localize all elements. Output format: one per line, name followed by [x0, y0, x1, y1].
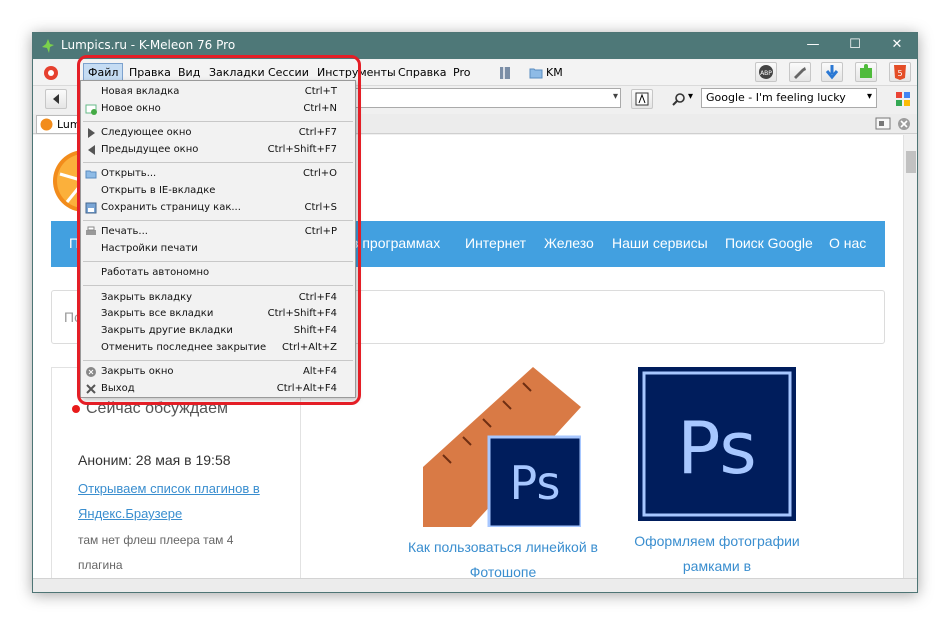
comment-article-link[interactable]: Открываем список плагинов в Яндекс.Брауз… [78, 476, 278, 526]
download-arrow-icon [825, 65, 839, 80]
minimize-button[interactable]: — [793, 33, 833, 59]
article1-caption[interactable]: Как пользоваться линейкой в Фотошопе [403, 535, 603, 578]
proxy-button[interactable] [789, 62, 811, 82]
back-button[interactable] [45, 89, 67, 109]
search-field[interactable]: Google - I'm feeling lucky ▾ [701, 88, 877, 108]
adblock-icon: ABP [759, 65, 773, 79]
close-tab-icon[interactable] [897, 117, 911, 131]
comment-author: Аноним: 28 мая в 19:58 [78, 452, 231, 468]
ps-label-1: Ps [510, 456, 561, 510]
search-icon[interactable] [671, 92, 687, 108]
ps-label-2: Ps [677, 406, 757, 490]
puzzle-icon [860, 64, 872, 78]
menu-help[interactable]: Справка [398, 66, 446, 79]
maximize-button[interactable]: ☐ [835, 33, 875, 59]
nav-link-programs[interactable]: в программах [351, 235, 440, 251]
bookmark-folder-km[interactable]: KM [546, 66, 563, 79]
k-meleon-icon [42, 39, 54, 53]
stop-icon[interactable] [43, 65, 59, 81]
comment-text: там нет флеш плеера там 4 плагина [78, 533, 234, 572]
folder-icon [529, 68, 543, 79]
download-button[interactable] [821, 62, 843, 82]
nav-link-hardware[interactable]: Железо [544, 235, 594, 251]
abp-label: ABP [760, 70, 772, 77]
svg-text:5: 5 [897, 69, 902, 78]
scrollbar-thumb[interactable] [906, 151, 916, 173]
search-engine-dropdown-icon[interactable]: ▾ [688, 91, 693, 102]
window-title: Lumpics.ru - K-Meleon 76 Pro [61, 38, 236, 52]
nav-link-about[interactable]: О нас [829, 235, 866, 251]
extensions-button[interactable] [855, 62, 877, 82]
nav-link-services[interactable]: Наши сервисы [612, 235, 708, 251]
back-arrow-icon [53, 94, 59, 104]
article2-caption[interactable]: Оформляем фотографии рамками в [617, 529, 817, 578]
highlight-frame [77, 55, 361, 405]
adblock-button[interactable]: ABP [755, 62, 777, 82]
close-button[interactable]: ✕ [877, 33, 917, 59]
html5-icon: 5 [894, 65, 906, 80]
favicon-icon [40, 118, 53, 131]
article-thumbnail-ruler[interactable]: Ps [423, 367, 581, 527]
google-icon[interactable] [895, 91, 911, 107]
vertical-scrollbar[interactable] [903, 135, 917, 578]
letter-a-icon [635, 92, 649, 106]
article-thumbnail-photoshop[interactable]: Ps [638, 367, 796, 521]
url-dropdown-icon[interactable]: ▾ [613, 91, 618, 102]
tab-list-icon[interactable] [875, 117, 891, 130]
search-dropdown-icon[interactable]: ▾ [867, 91, 872, 102]
wrench-icon [794, 67, 806, 79]
search-engine-label: Google - I'm feeling lucky [706, 91, 846, 104]
bookmarks-bar-icon[interactable] [499, 66, 511, 80]
nav-link-internet[interactable]: Интернет [465, 235, 526, 251]
nav-link-google-search[interactable]: Поиск Google [725, 235, 813, 251]
go-button[interactable] [631, 89, 653, 109]
live-dot-icon [72, 404, 80, 413]
menu-pro[interactable]: Pro [453, 66, 470, 79]
html5-button[interactable]: 5 [889, 62, 911, 82]
status-bar [33, 578, 917, 592]
